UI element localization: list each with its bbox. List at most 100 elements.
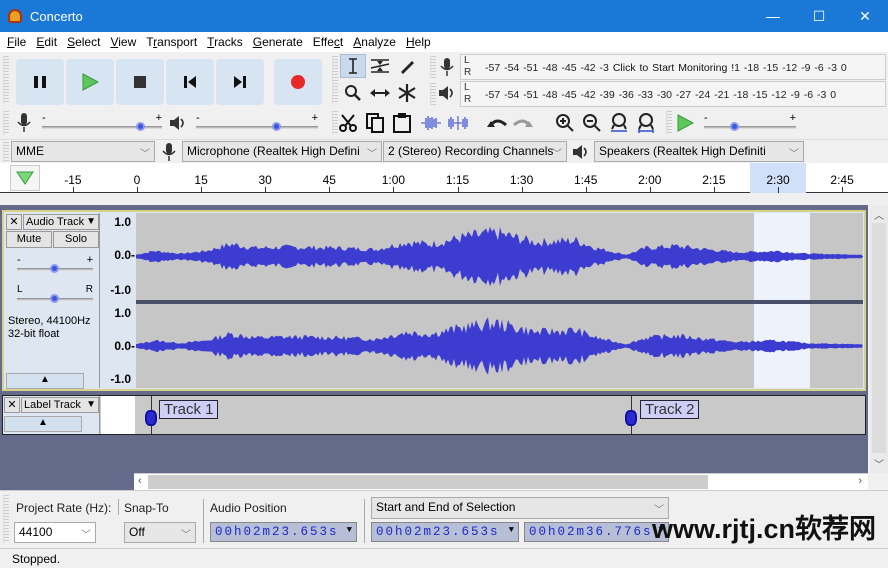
audio-position-label: Audio Position bbox=[210, 501, 287, 515]
track-menu-button[interactable]: Label Track ▼ bbox=[21, 397, 99, 413]
zoom-out-button[interactable] bbox=[579, 111, 605, 135]
vertical-scale-left[interactable]: 1.0 0.0- -1.0 bbox=[101, 213, 135, 301]
skip-to-start-button[interactable] bbox=[166, 59, 214, 105]
fit-selection-button[interactable] bbox=[606, 111, 632, 135]
zoom-tool-button[interactable] bbox=[340, 81, 366, 105]
slider-thumb[interactable] bbox=[730, 122, 740, 131]
menu-help[interactable]: Help bbox=[401, 35, 436, 49]
record-button[interactable] bbox=[274, 59, 322, 105]
scroll-right-icon[interactable]: › bbox=[858, 475, 862, 487]
slider-thumb[interactable] bbox=[50, 264, 59, 273]
zoom-toggle-button[interactable] bbox=[633, 111, 659, 135]
gain-slider[interactable]: - + bbox=[17, 254, 93, 274]
menu-generate[interactable]: Generate bbox=[248, 35, 308, 49]
scroll-up-icon[interactable]: ︿ bbox=[874, 207, 884, 222]
menu-select[interactable]: Select bbox=[62, 35, 105, 49]
copy-button[interactable] bbox=[362, 111, 388, 135]
solo-button[interactable]: Solo bbox=[53, 231, 99, 248]
toolbar-grip[interactable] bbox=[332, 56, 338, 104]
track-area: ✕ Audio Track ▼ Mute Solo - + L R Stereo,… bbox=[0, 205, 868, 490]
mute-button[interactable]: Mute bbox=[6, 231, 52, 248]
label-track[interactable]: ✕ Label Track ▼ ▲ Track 1 Track 2 bbox=[2, 395, 866, 435]
toolbar-grip[interactable] bbox=[3, 142, 9, 162]
skip-to-end-button[interactable] bbox=[216, 59, 264, 105]
slider-thumb[interactable] bbox=[50, 294, 59, 303]
scroll-left-icon[interactable]: ‹ bbox=[138, 475, 142, 487]
audio-position-time[interactable]: 00h02m23.653s ▼ bbox=[210, 522, 357, 542]
paste-button[interactable] bbox=[389, 111, 415, 135]
vertical-scale-right[interactable]: 1.0 0.0- -1.0 bbox=[101, 304, 135, 388]
timeline-options-button[interactable] bbox=[10, 165, 40, 191]
menu-edit[interactable]: Edit bbox=[31, 35, 62, 49]
cut-button[interactable] bbox=[335, 111, 361, 135]
play-at-speed-button[interactable] bbox=[672, 111, 698, 135]
play-button[interactable] bbox=[66, 59, 114, 105]
horizontal-scrollbar[interactable]: ‹ › bbox=[134, 473, 868, 490]
time-shift-tool-button[interactable] bbox=[367, 81, 393, 105]
timeline-ruler[interactable]: -15 0 15 30 45 1:00 1:15 1:30 1:45 2:00 2:15 2:30 2:… bbox=[0, 163, 888, 193]
speaker-icon[interactable] bbox=[437, 84, 457, 102]
undo-button[interactable] bbox=[484, 111, 510, 135]
playback-meter[interactable]: LR -57 -54 -51 -48 -45 -42 -39 -36 -33 -… bbox=[460, 81, 886, 107]
close-button[interactable]: ✕ bbox=[842, 0, 888, 32]
envelope-tool-button[interactable] bbox=[367, 54, 393, 78]
audio-host-select[interactable]: MME ﹀ bbox=[11, 141, 155, 162]
redo-button[interactable] bbox=[510, 111, 536, 135]
minimize-button[interactable]: — bbox=[750, 0, 796, 32]
vertical-scrollbar[interactable]: ︿ ﹀ bbox=[870, 205, 888, 473]
start-monitoring-prompt[interactable]: Click to Start Monitoring bbox=[613, 62, 727, 74]
audio-track[interactable]: ✕ Audio Track ▼ Mute Solo - + L R Stereo,… bbox=[2, 210, 866, 391]
maximize-button[interactable]: ☐ bbox=[796, 0, 842, 32]
menu-analyze[interactable]: Analyze bbox=[348, 35, 401, 49]
scrollbar-thumb[interactable] bbox=[872, 223, 886, 453]
pause-button[interactable] bbox=[16, 59, 64, 105]
menu-view[interactable]: View bbox=[105, 35, 141, 49]
collapse-track-button[interactable]: ▲ bbox=[6, 373, 84, 389]
slider-thumb[interactable] bbox=[272, 122, 282, 131]
trim-audio-button[interactable] bbox=[418, 111, 444, 135]
selection-start-time[interactable]: 00h02m23.653s ▼ bbox=[371, 522, 519, 542]
waveform-right-channel[interactable] bbox=[136, 304, 863, 388]
pan-slider[interactable]: L R bbox=[17, 284, 93, 304]
project-rate-select[interactable]: 44100 ﹀ bbox=[14, 522, 96, 543]
recording-device-select[interactable]: Microphone (Realtek High Defini ﹀ bbox=[182, 141, 382, 162]
snap-to-select[interactable]: Off ﹀ bbox=[124, 522, 196, 543]
stop-button[interactable] bbox=[116, 59, 164, 105]
label-track-2[interactable]: Track 2 bbox=[640, 400, 700, 419]
collapse-track-button[interactable]: ▲ bbox=[4, 416, 82, 432]
toolbar-grip[interactable] bbox=[3, 111, 9, 135]
recording-channels-select[interactable]: 2 (Stereo) Recording Channels ﹀ bbox=[383, 141, 567, 162]
recording-meter[interactable]: LR -57 -54 -51 -48 -45 -42 -3 Click to S… bbox=[460, 54, 886, 80]
toolbar-grip[interactable] bbox=[430, 56, 436, 78]
track-close-button[interactable]: ✕ bbox=[6, 214, 22, 230]
slider-thumb[interactable] bbox=[135, 122, 145, 131]
scrollbar-thumb[interactable] bbox=[148, 475, 708, 489]
menu-tracks[interactable]: Tracks bbox=[202, 35, 248, 49]
playback-device-select[interactable]: Speakers (Realtek High Definiti ﹀ bbox=[594, 141, 804, 162]
recording-volume-slider[interactable]: - + bbox=[42, 112, 162, 132]
draw-tool-button[interactable] bbox=[394, 54, 420, 78]
selection-end-time[interactable]: 00h02m36.776s ▼ bbox=[524, 522, 669, 542]
track-close-button[interactable]: ✕ bbox=[4, 397, 20, 413]
toolbar-grip[interactable] bbox=[430, 83, 436, 105]
selection-tool-button[interactable] bbox=[340, 54, 366, 78]
label-track-1[interactable]: Track 1 bbox=[159, 400, 219, 419]
menu-transport[interactable]: Transport bbox=[141, 35, 202, 49]
playback-speed-slider[interactable]: - + bbox=[704, 112, 796, 132]
label-handle-icon[interactable] bbox=[145, 410, 157, 426]
playback-volume-slider[interactable]: - + bbox=[196, 112, 318, 132]
silence-audio-button[interactable] bbox=[445, 111, 471, 135]
multi-tool-button[interactable] bbox=[394, 81, 420, 105]
toolbar-grip[interactable] bbox=[3, 56, 9, 104]
scroll-down-icon[interactable]: ﹀ bbox=[874, 456, 884, 471]
selection-mode-select[interactable]: Start and End of Selection ﹀ bbox=[371, 497, 669, 519]
menu-file[interactable]: File bbox=[2, 35, 31, 49]
microphone-icon[interactable] bbox=[439, 57, 455, 77]
label-handle-icon[interactable] bbox=[625, 410, 637, 426]
waveform-left-channel[interactable] bbox=[136, 213, 863, 300]
zoom-in-button[interactable] bbox=[552, 111, 578, 135]
track-menu-button[interactable]: Audio Track ▼ bbox=[23, 214, 99, 230]
menu-effect[interactable]: Effect bbox=[308, 35, 348, 49]
audio-position-value: 00h02m23.653s bbox=[215, 525, 339, 539]
toolbar-grip[interactable] bbox=[3, 495, 9, 543]
